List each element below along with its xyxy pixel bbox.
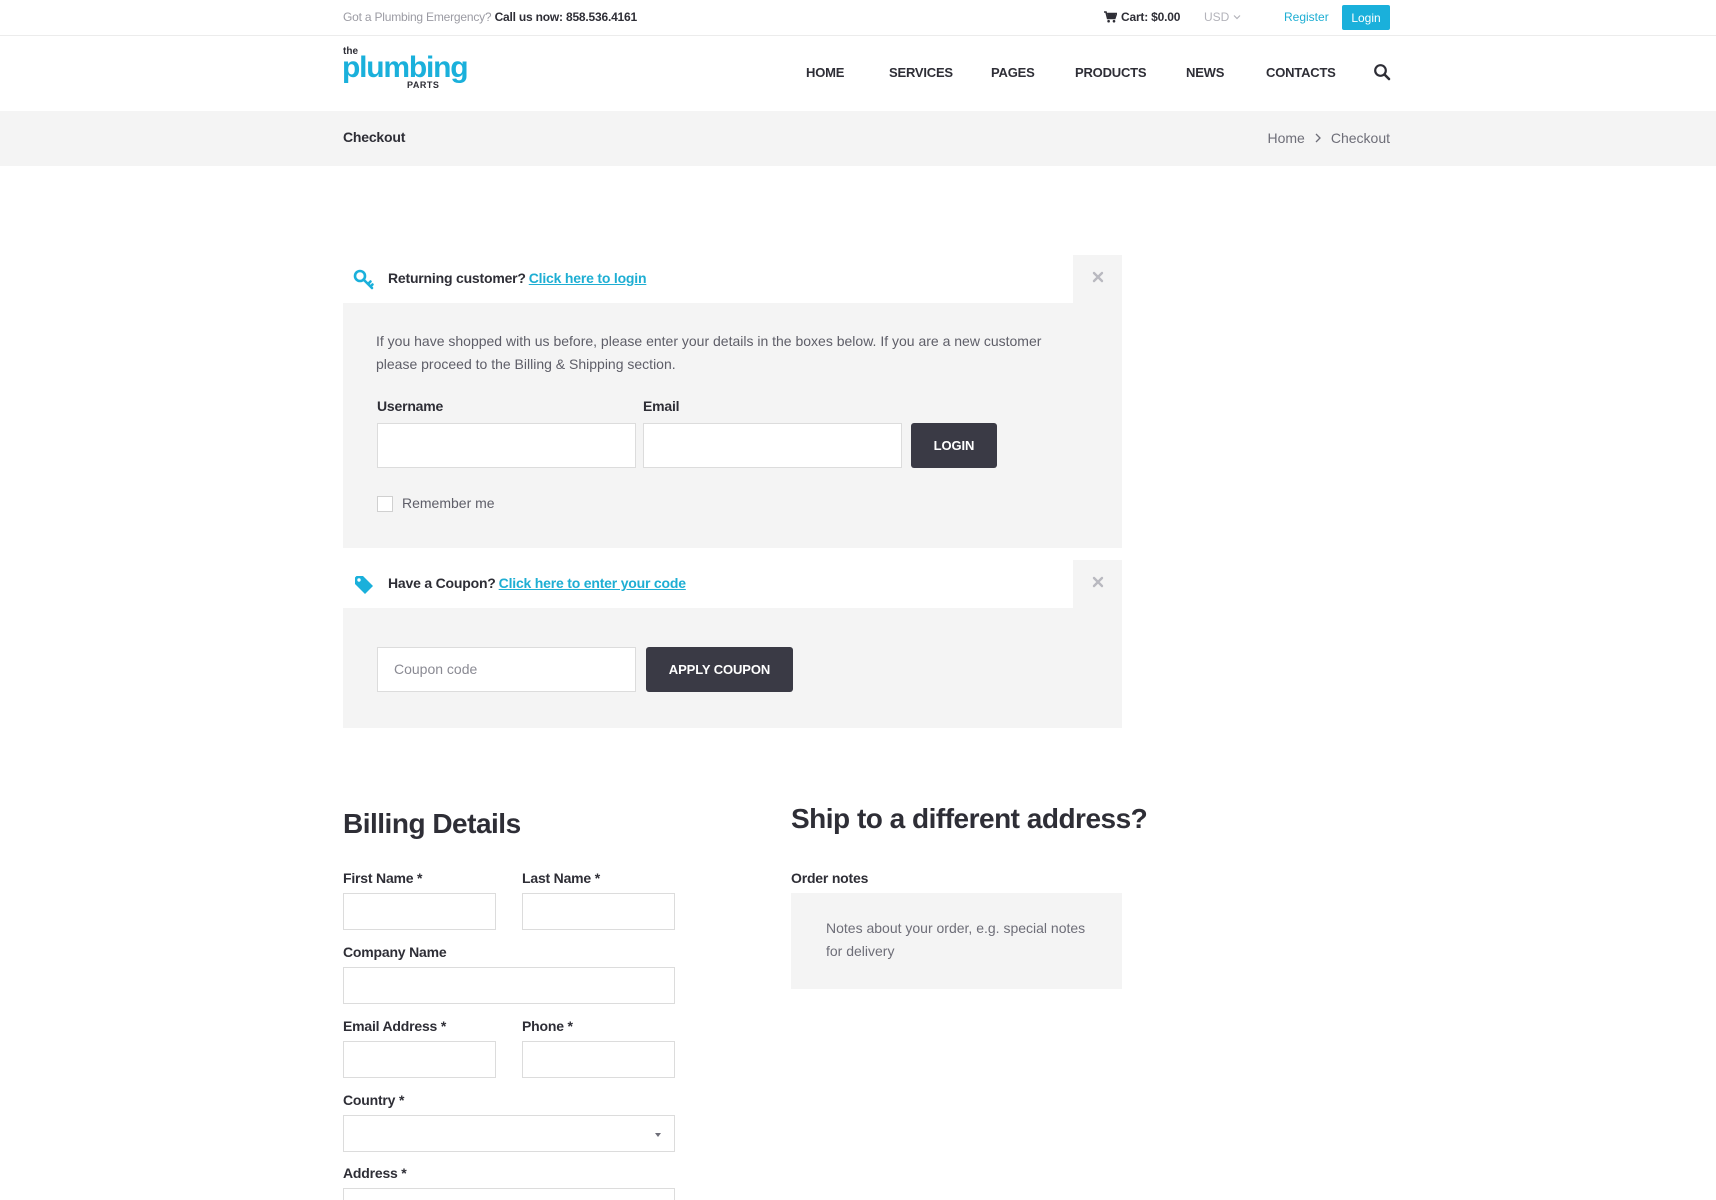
first-name-input[interactable] bbox=[343, 893, 496, 930]
coupon-text: Have a Coupon? Click here to enter your c… bbox=[388, 575, 686, 591]
coupon-code-input[interactable]: Coupon code bbox=[377, 647, 636, 692]
login-form-panel: If you have shopped with us before, plea… bbox=[343, 303, 1122, 548]
billing-email-label: Email Address * bbox=[343, 1018, 447, 1034]
coupon-prompt: Have a Coupon? bbox=[388, 575, 496, 591]
chevron-right-icon bbox=[1315, 133, 1321, 143]
tag-icon bbox=[355, 576, 373, 594]
billing-email-input[interactable] bbox=[343, 1041, 496, 1078]
username-input[interactable] bbox=[377, 423, 636, 468]
page-title: Checkout bbox=[343, 129, 406, 145]
company-label: Company Name bbox=[343, 944, 447, 960]
coupon-placeholder: Coupon code bbox=[394, 661, 478, 677]
login-toggle-link[interactable]: Click here to login bbox=[529, 270, 647, 286]
top-bar: Got a Plumbing Emergency? Call us now: 8… bbox=[0, 0, 1716, 36]
breadcrumb: Home Checkout bbox=[1267, 130, 1390, 146]
first-name-label: First Name * bbox=[343, 870, 423, 886]
username-label: Username bbox=[377, 398, 444, 414]
country-select[interactable] bbox=[343, 1115, 675, 1152]
logo-main: plumbing bbox=[342, 51, 469, 84]
coupon-form-panel: Coupon code APPLY COUPON bbox=[343, 608, 1122, 728]
email-label: Email bbox=[643, 398, 680, 414]
returning-customer-text: Returning customer? Click here to login bbox=[388, 270, 647, 286]
cart-link[interactable]: Cart: $0.00 bbox=[1104, 10, 1180, 24]
last-name-input[interactable] bbox=[522, 893, 675, 930]
site-logo[interactable]: the plumbing PARTS bbox=[342, 47, 469, 91]
order-notes-placeholder: Notes about your order, e.g. special not… bbox=[826, 920, 1086, 959]
close-icon bbox=[1092, 271, 1104, 283]
coupon-toggle-link[interactable]: Click here to enter your code bbox=[499, 575, 686, 591]
phone-label: Phone * bbox=[522, 1018, 573, 1034]
nav-item-contacts[interactable]: CONTACTS bbox=[1266, 65, 1336, 80]
shipping-title[interactable]: Ship to a different address? bbox=[791, 803, 1148, 835]
apply-coupon-button[interactable]: APPLY COUPON bbox=[646, 647, 793, 692]
logo-sub: PARTS bbox=[407, 80, 440, 90]
last-name-label: Last Name * bbox=[522, 870, 600, 886]
remember-me-checkbox[interactable] bbox=[377, 496, 393, 512]
breadcrumb-home[interactable]: Home bbox=[1267, 130, 1304, 146]
address-input[interactable] bbox=[343, 1188, 675, 1200]
close-coupon-notice[interactable] bbox=[1073, 560, 1122, 608]
search-icon[interactable] bbox=[1373, 63, 1391, 81]
page-title-band: Checkout Home Checkout bbox=[0, 111, 1716, 166]
login-email-input[interactable] bbox=[643, 423, 902, 468]
nav-item-products[interactable]: PRODUCTS bbox=[1075, 65, 1147, 80]
returning-customer-notice: Returning customer? Click here to login bbox=[343, 255, 1073, 303]
site-header: the plumbing PARTS HOME SERVICES PAGES P… bbox=[0, 36, 1716, 111]
nav-item-home[interactable]: HOME bbox=[806, 65, 844, 80]
nav-item-pages[interactable]: PAGES bbox=[991, 65, 1035, 80]
coupon-notice: Have a Coupon? Click here to enter your c… bbox=[343, 560, 1073, 608]
currency-value: USD bbox=[1204, 10, 1230, 24]
cart-icon bbox=[1104, 11, 1117, 23]
nav-item-news[interactable]: NEWS bbox=[1186, 65, 1224, 80]
company-input[interactable] bbox=[343, 967, 675, 1004]
phone-input[interactable] bbox=[522, 1041, 675, 1078]
billing-title: Billing Details bbox=[343, 808, 521, 839]
emergency-text: Got a Plumbing Emergency? bbox=[343, 10, 492, 24]
login-submit-button[interactable]: LOGIN bbox=[911, 423, 997, 468]
remember-me-label: Remember me bbox=[402, 495, 495, 511]
order-notes-label: Order notes bbox=[791, 870, 869, 886]
close-login-notice[interactable] bbox=[1073, 255, 1122, 303]
nav-item-services[interactable]: SERVICES bbox=[889, 65, 953, 80]
register-link[interactable]: Register bbox=[1284, 10, 1329, 24]
breadcrumb-current: Checkout bbox=[1330, 130, 1390, 146]
chevron-down-icon bbox=[1233, 15, 1241, 20]
call-number[interactable]: Call us now: 858.536.4161 bbox=[495, 10, 638, 24]
order-notes-textarea[interactable]: Notes about your order, e.g. special not… bbox=[791, 893, 1122, 989]
close-icon bbox=[1092, 576, 1104, 588]
caret-down-icon bbox=[655, 1133, 661, 1137]
country-label: Country * bbox=[343, 1092, 405, 1108]
login-button[interactable]: Login bbox=[1342, 5, 1390, 30]
key-icon bbox=[353, 269, 374, 290]
emergency-notice: Got a Plumbing Emergency? Call us now: 8… bbox=[343, 10, 637, 24]
returning-customer-prompt: Returning customer? bbox=[388, 270, 526, 286]
currency-select[interactable]: USD bbox=[1204, 10, 1241, 24]
address-label: Address * bbox=[343, 1165, 407, 1181]
login-description: If you have shopped with us before, plea… bbox=[376, 333, 1042, 372]
cart-total: Cart: $0.00 bbox=[1121, 10, 1181, 24]
